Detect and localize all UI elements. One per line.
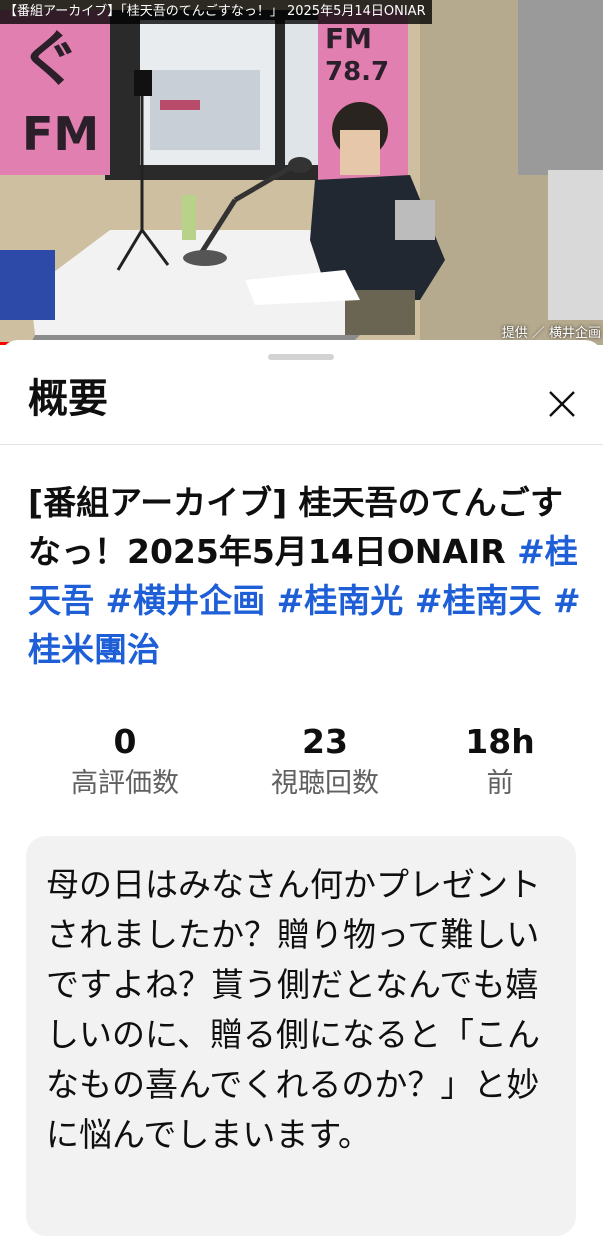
video-heading: [番組アーカイブ] 桂天吾のてんごすなっ！2025年5月14日ONAIR #桂天…: [28, 478, 588, 674]
hashtag-link[interactable]: #桂南天: [415, 581, 542, 620]
video-title-overlay: 【番組アーカイブ】「桂天吾のてんごすなっ！」 2025年5月14日ONIAR: [0, 0, 432, 24]
upload-time-label: 前: [486, 768, 514, 799]
description-panel: 概要 [番組アーカイブ] 桂天吾のてんごすなっ！2025年5月14日ONAIR …: [0, 340, 603, 1236]
svg-text:ぐ: ぐ: [20, 25, 80, 95]
video-player[interactable]: ぐ FM FM 78.7 【番組アーカイブ】「桂天吾のてんごすなっ！」 2025…: [0, 0, 603, 345]
view-count-value: 23: [302, 722, 348, 761]
like-count-value: 0: [113, 722, 137, 761]
view-count-stat: 23 視聴回数: [240, 720, 410, 804]
svg-text:FM: FM: [325, 22, 372, 55]
close-icon: [549, 391, 575, 417]
panel-header: 概要: [0, 360, 603, 445]
description-box[interactable]: 母の日はみなさん何かプレゼントされましたか？贈り物って難しいですよね？貰う側だと…: [26, 836, 576, 1236]
upload-time-value: 18h: [465, 722, 535, 761]
description-text: 母の日はみなさん何かプレゼントされましたか？贈り物って難しいですよね？貰う側だと…: [46, 865, 541, 1154]
video-frame-image: ぐ FM FM 78.7: [0, 0, 603, 345]
svg-text:78.7: 78.7: [325, 57, 389, 87]
hashtag-link[interactable]: #桂南光: [277, 581, 404, 620]
close-button[interactable]: [540, 382, 584, 426]
like-count-stat: 0 高評価数: [40, 720, 210, 804]
like-count-label: 高評価数: [71, 768, 179, 799]
upload-time-stat: 18h 前: [450, 720, 550, 804]
svg-text:FM: FM: [22, 107, 99, 161]
video-heading-text: [番組アーカイブ] 桂天吾のてんごすなっ！2025年5月14日ONAIR: [28, 483, 564, 571]
panel-title: 概要: [28, 376, 108, 422]
video-credit: 提供 ／ 横井企画: [501, 326, 601, 341]
stats-row: 0 高評価数 23 視聴回数 18h 前: [30, 720, 575, 810]
hashtag-link[interactable]: #横井企画: [106, 581, 266, 620]
view-count-label: 視聴回数: [271, 768, 379, 799]
